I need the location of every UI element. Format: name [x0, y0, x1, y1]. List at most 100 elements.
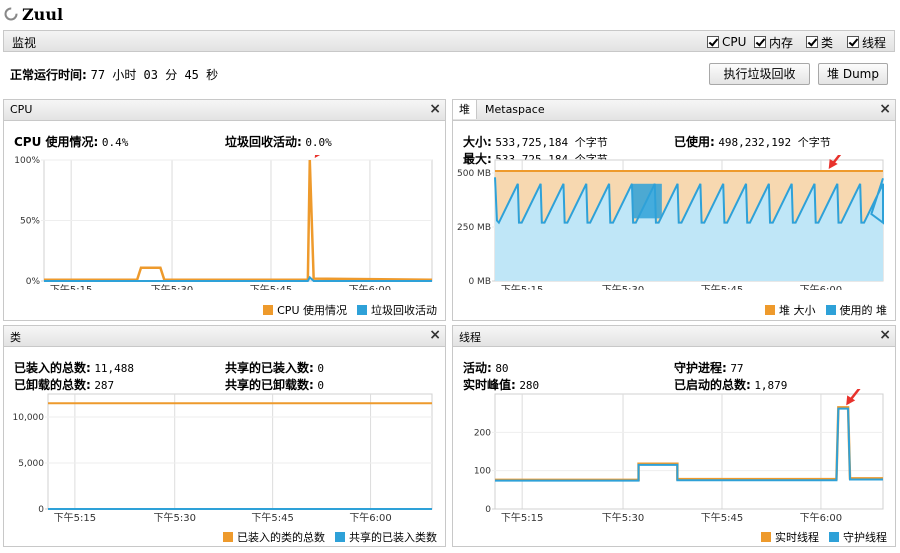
gc-activity-stat: 垃圾回收活动: 0.0%	[225, 135, 332, 149]
monitor-toolbar: 监视 CPU 内存 类 线程	[3, 30, 895, 52]
classes-panel-header: 类 ×	[4, 326, 445, 347]
classes-chart: 下午5:15 下午5:30 下午5:45 下午6:00 0 5,000 10,000	[13, 393, 433, 524]
x-tick-label: 下午5:15	[54, 511, 96, 524]
y-tick-label: 250 MB	[457, 223, 491, 233]
y-tick-label: 200	[474, 428, 491, 438]
legend-label: 共享的已装入类数	[349, 531, 437, 544]
heap-size-value: 533,725,184 个字节	[495, 136, 608, 149]
legend-swatch-orange	[263, 305, 274, 315]
checkbox-label: 类	[821, 35, 834, 50]
x-tick-label: 下午5:30	[602, 283, 644, 290]
threads-checkbox[interactable]: 线程	[847, 34, 886, 50]
legend-label: 使用的 堆	[839, 304, 888, 317]
x-tick-label: 下午5:45	[701, 283, 743, 290]
threads-panel-header: 线程 ×	[453, 326, 895, 347]
used-heap-dense-block	[632, 183, 662, 219]
arrow-head	[314, 155, 321, 158]
shared-loaded-value: 0	[317, 362, 324, 375]
x-tick-label: 下午5:30	[151, 283, 193, 290]
x-tick-label: 下午5:45	[251, 511, 293, 524]
y-tick-label: 5,000	[18, 459, 44, 469]
legend-swatch-orange	[223, 532, 233, 542]
cpu-checkbox[interactable]: CPU	[707, 34, 746, 50]
monitor-label: 监视	[12, 36, 37, 50]
panel-title: 线程	[459, 331, 481, 344]
legend-label: CPU 使用情况	[277, 304, 347, 317]
close-icon[interactable]: ×	[879, 101, 891, 117]
x-tick-label: 下午5:30	[153, 511, 195, 524]
y-tick-label: 100	[474, 467, 491, 477]
x-tick-label: 下午5:45	[701, 511, 743, 524]
cpu-chart: 下午5:15 下午5:30 下午5:45 下午6:00 0% 50% 100%	[14, 155, 433, 290]
heap-panel-header: 堆 Metaspace ×	[453, 100, 895, 121]
tab-metaspace[interactable]: Metaspace	[479, 100, 551, 119]
plot-area	[494, 393, 884, 510]
threads-legend: 实时线程 守护线程	[761, 529, 887, 545]
threads-panel: 线程 × 活动: 80 守护进程: 77 实时峰值: 280 已启动的总数: 1…	[452, 325, 896, 547]
x-tick-label: 下午5:30	[602, 511, 644, 524]
checkbox-check-icon[interactable]	[707, 36, 719, 48]
legend-swatch-orange	[761, 532, 771, 542]
total-loaded-value: 11,488	[94, 362, 135, 375]
perform-gc-button[interactable]: 执行垃圾回收	[709, 63, 810, 85]
heap-used-value: 498,232,192 个字节	[718, 136, 831, 149]
heap-dump-button[interactable]: 堆 Dump	[818, 63, 888, 85]
live-threads-value: 80	[495, 362, 509, 375]
tab-heap[interactable]: 堆	[453, 100, 477, 119]
heap-size-stat: 大小: 533,725,184 个字节	[463, 135, 608, 149]
legend-swatch-blue	[357, 305, 367, 315]
classes-legend: 已装入的类的总数 共享的已装入类数	[223, 529, 437, 545]
close-icon[interactable]: ×	[879, 327, 891, 343]
close-icon[interactable]: ×	[429, 327, 441, 343]
y-tick-label: 100%	[14, 156, 40, 166]
total-loaded-stat: 已装入的总数: 11,488	[14, 361, 135, 375]
checkbox-check-icon[interactable]	[754, 36, 766, 48]
legend-label: 实时线程	[775, 531, 819, 544]
classes-checkbox[interactable]: 类	[806, 34, 833, 50]
classes-panel: 类 × 已装入的总数: 11,488 共享的已装入数: 0 已卸载的总数: 28…	[3, 325, 446, 547]
daemon-threads-stat: 守护进程: 77	[674, 361, 744, 375]
heap-legend: 堆 大小 使用的 堆	[765, 302, 887, 318]
checkbox-label: 线程	[862, 35, 887, 50]
cpu-legend: CPU 使用情况 垃圾回收活动	[263, 302, 437, 318]
close-icon[interactable]: ×	[429, 101, 441, 117]
y-tick-label: 0%	[26, 277, 41, 287]
panel-title: 类	[10, 331, 21, 344]
legend-label: 守护线程	[843, 531, 887, 544]
live-threads-stat: 活动: 80	[463, 361, 509, 375]
uptime-row: 正常运行时间: 77 小时 03 分 45 秒	[10, 66, 218, 83]
legend-swatch-orange	[765, 305, 775, 315]
x-tick-label: 下午6:00	[800, 511, 842, 524]
app-title: Zuul	[22, 5, 64, 24]
legend-label: 垃圾回收活动	[371, 304, 437, 317]
y-tick-label: 0	[38, 505, 44, 515]
checkbox-label: CPU	[722, 35, 747, 49]
y-tick-label: 10,000	[13, 413, 45, 423]
cpu-panel-header: CPU ×	[4, 100, 445, 121]
cpu-panel: CPU × CPU 使用情况: 0.4% 垃圾回收活动: 0.0% 下午5:15…	[3, 99, 446, 321]
legend-swatch-blue	[335, 532, 345, 542]
cpu-usage-value: 0.4%	[101, 136, 129, 149]
legend-label: 已装入的类的总数	[237, 531, 325, 544]
heap-panel: 堆 Metaspace × 大小: 533,725,184 个字节 已使用: 4…	[452, 99, 896, 321]
gc-activity-value: 0.0%	[305, 136, 332, 149]
cpu-usage-stat: CPU 使用情况: 0.4%	[14, 135, 129, 149]
threads-chart: 下午5:15 下午5:30 下午5:45 下午6:00 0 100 200	[474, 389, 884, 524]
y-tick-label: 500 MB	[457, 169, 491, 179]
x-tick-label: 下午6:00	[349, 511, 391, 524]
panel-title: CPU	[10, 103, 33, 116]
x-tick-label: 下午6:00	[800, 283, 842, 290]
y-tick-label: 0 MB	[468, 277, 491, 287]
x-tick-label: 下午5:15	[501, 511, 543, 524]
daemon-threads-value: 77	[730, 362, 744, 375]
y-tick-label: 0	[485, 505, 491, 515]
x-tick-label: 下午5:15	[501, 283, 543, 290]
checkbox-check-icon[interactable]	[806, 36, 818, 48]
checkbox-check-icon[interactable]	[847, 36, 859, 48]
x-tick-label: 下午5:15	[50, 283, 92, 290]
memory-checkbox[interactable]: 内存	[754, 34, 793, 50]
checkbox-label: 内存	[769, 35, 794, 50]
legend-swatch-blue	[829, 532, 839, 542]
plot-area	[47, 393, 433, 510]
title-bar: Zuul	[0, 0, 900, 30]
